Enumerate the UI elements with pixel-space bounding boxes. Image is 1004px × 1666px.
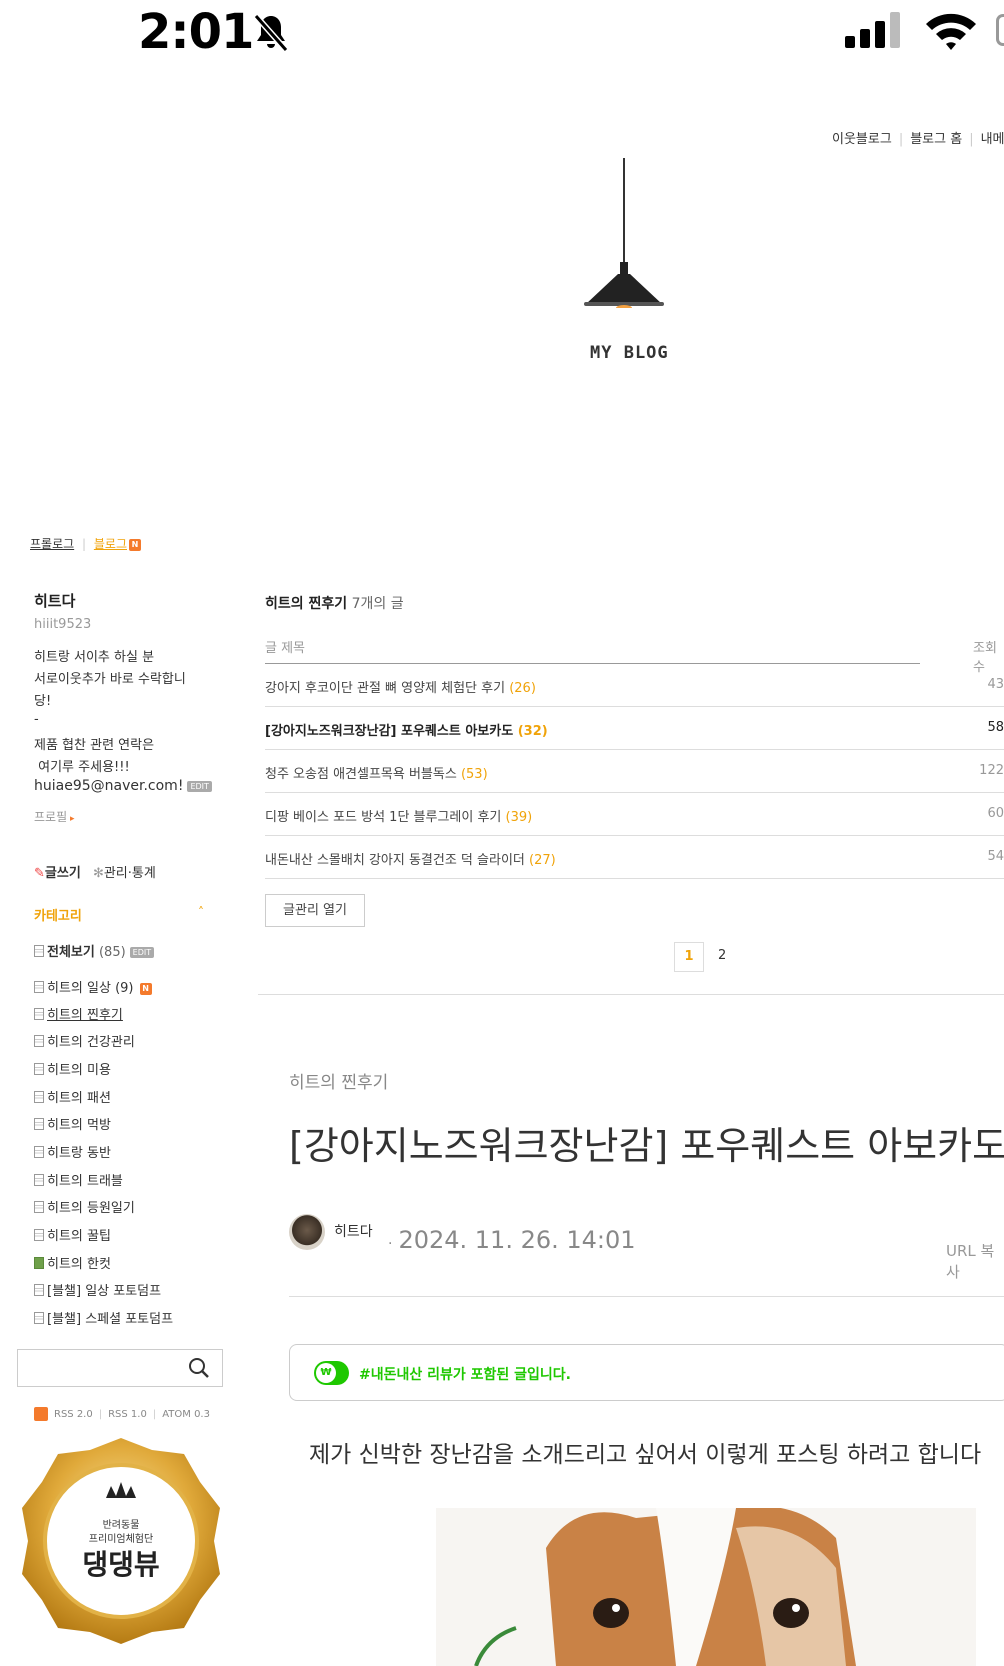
- post-title: [강아지노즈워크장난감] 포우퀘스트 아보카도: [289, 1124, 1004, 1168]
- rss-icon: [34, 1407, 48, 1421]
- battery-icon: [996, 14, 1004, 46]
- medal-middle-text: 프리미엄체험단: [89, 1533, 153, 1545]
- review-notice-text: #내돈내산 리뷰가 포함된 글입니다.: [359, 1367, 571, 1383]
- table-row[interactable]: 강아지 후코이단 관절 뼈 영양제 체험단 후기 (26) 43: [265, 664, 1004, 707]
- edit-badge[interactable]: EDIT: [187, 780, 212, 792]
- search-icon[interactable]: [188, 1357, 210, 1379]
- category-item[interactable]: 히트의 먹방: [34, 1114, 111, 1133]
- post-list-header: 히트의 찐후기 7개의 글: [265, 593, 404, 613]
- document-icon: [34, 1312, 44, 1324]
- bell-muted-icon: [253, 14, 289, 52]
- category-item[interactable]: 히트의 일상 (9) N: [34, 977, 152, 996]
- category-item[interactable]: 히트의 꿀팁: [34, 1225, 111, 1244]
- document-icon: [34, 981, 44, 993]
- profile-line: -: [34, 712, 39, 727]
- blog-title: MY BLOG: [590, 343, 669, 363]
- category-item[interactable]: 히트의 찐후기: [34, 1004, 123, 1023]
- write-button[interactable]: 글쓰기: [45, 866, 81, 881]
- document-icon: [34, 1174, 44, 1186]
- document-icon: [34, 1118, 44, 1130]
- post-divider: [289, 1296, 1004, 1297]
- avatar[interactable]: [289, 1214, 325, 1250]
- blog-tabs: 프롤로그 | 블로그 N: [30, 535, 141, 552]
- new-badge: N: [139, 982, 152, 995]
- profile-email: huiae95@naver.com!: [34, 778, 184, 794]
- document-icon: [34, 1201, 44, 1213]
- edit-badge[interactable]: EDIT: [129, 947, 155, 958]
- document-icon: [34, 1063, 44, 1075]
- premium-reviewer-medal: 반려동물 프리미엄체험단 댕댕뷰: [22, 1438, 220, 1644]
- category-item[interactable]: 히트의 등원일기: [34, 1197, 135, 1216]
- category-item[interactable]: 히트의 패션: [34, 1087, 111, 1106]
- gear-icon: ✻: [92, 866, 104, 881]
- manage-stats-link[interactable]: 관리·통계: [104, 866, 156, 881]
- post-date: 2024. 11. 26. 14:01: [398, 1226, 636, 1254]
- category-item[interactable]: 히트의 미용: [34, 1059, 111, 1078]
- post-author[interactable]: 히트다: [334, 1221, 373, 1241]
- rss-links: RSS 2.0 | RSS 1.0 | ATOM 0.3: [34, 1407, 210, 1421]
- table-row[interactable]: 청주 오송점 애견셀프목욕 버블독스 (53) 122: [265, 750, 1004, 793]
- category-item[interactable]: 히트의 한컷: [34, 1253, 111, 1272]
- medal-main-text: 댕댕뷰: [82, 1548, 159, 1581]
- top-links: 이웃블로그 | 블로그 홈 | 내메: [832, 132, 1004, 147]
- document-icon: [34, 1229, 44, 1241]
- manage-posts-button[interactable]: 글관리 열기: [265, 894, 365, 927]
- column-title: 글 제목: [265, 641, 306, 656]
- document-icon: [34, 1284, 44, 1296]
- category-title: 카테고리: [34, 909, 82, 924]
- image-icon: [34, 1257, 44, 1269]
- section-divider: [258, 994, 1004, 995]
- post-count: 7개의 글: [351, 596, 404, 612]
- pencil-icon: ✎: [34, 866, 45, 881]
- rss-link[interactable]: RSS 2.0: [54, 1409, 93, 1420]
- category-item[interactable]: [블챌] 일상 포토덤프: [34, 1280, 161, 1299]
- post-photo-dog: [436, 1508, 976, 1666]
- tab-prologue[interactable]: 프롤로그: [30, 537, 74, 551]
- blog-home-link[interactable]: 블로그 홈: [910, 132, 962, 147]
- profile-line: 제품 협찬 관련 연락은: [34, 738, 155, 753]
- post-date-row: · 2024. 11. 26. 14:01: [388, 1226, 636, 1254]
- won-toggle-icon: ₩: [314, 1361, 349, 1385]
- category-item[interactable]: 히트랑 동반: [34, 1142, 111, 1161]
- new-badge: N: [129, 538, 141, 551]
- medal-top-text: 반려동물: [103, 1519, 140, 1531]
- profile-id: hiiit9523: [34, 617, 92, 632]
- document-icon: [34, 1008, 44, 1020]
- document-icon: [34, 1146, 44, 1158]
- cellular-signal-icon: [845, 12, 900, 48]
- table-row[interactable]: 디팡 베이스 포드 방석 1단 블루그레이 후기 (39) 60: [265, 793, 1004, 836]
- category-item[interactable]: 히트의 트래블: [34, 1170, 123, 1189]
- table-row[interactable]: [강아지노즈워크장난감] 포우퀘스트 아보카도 (32) 58: [265, 707, 1004, 750]
- neighbor-blog-link[interactable]: 이웃블로그: [832, 132, 892, 147]
- table-row[interactable]: 내돈내산 스몰배치 강아지 동결건조 덕 슬라이더 (27) 54: [265, 836, 1004, 879]
- document-icon: [34, 1035, 44, 1047]
- profile-line: 서로이웃추가 바로 수락합니: [34, 672, 186, 687]
- page-2[interactable]: 2: [718, 948, 726, 963]
- post-list-category: 히트의 찐후기: [265, 596, 348, 612]
- profile-line: 당!: [34, 694, 52, 709]
- write-bar: ✎글쓰기 ✻관리·통계: [34, 862, 156, 881]
- chevron-up-icon[interactable]: ˄: [198, 905, 204, 919]
- profile-line: 여기루 주세용!!!: [34, 760, 130, 775]
- profile-name: 히트다: [34, 592, 76, 610]
- category-item[interactable]: 히트의 건강관리: [34, 1031, 135, 1050]
- profile-link[interactable]: 프로필 ▸: [34, 808, 75, 825]
- tab-blog[interactable]: 블로그: [94, 537, 127, 551]
- my-menu-link[interactable]: 내메: [981, 132, 1004, 147]
- post-category[interactable]: 히트의 찐후기: [289, 1068, 388, 1093]
- profile-line: 히트랑 서이추 하실 분: [34, 650, 155, 665]
- document-icon: [34, 945, 44, 957]
- atom-link[interactable]: ATOM 0.3: [162, 1409, 210, 1420]
- document-icon: [34, 1091, 44, 1103]
- rss-link[interactable]: RSS 1.0: [108, 1409, 147, 1420]
- status-time: 2:01: [138, 4, 254, 60]
- url-copy-button[interactable]: URL 복사: [946, 1240, 1004, 1282]
- category-item[interactable]: [블챌] 스페셜 포토덤프: [34, 1308, 173, 1327]
- wifi-icon: [926, 13, 976, 50]
- category-item[interactable]: 전체보기 (85) EDIT: [34, 941, 155, 960]
- page-1[interactable]: 1: [674, 942, 704, 972]
- lamp-icon: [584, 158, 664, 308]
- profile-email-row: huiae95@naver.com! EDIT: [34, 778, 212, 794]
- post-body-text: 제가 신박한 장난감을 소개드리고 싶어서 이렇게 포스팅 하려고 합니다: [309, 1442, 982, 1468]
